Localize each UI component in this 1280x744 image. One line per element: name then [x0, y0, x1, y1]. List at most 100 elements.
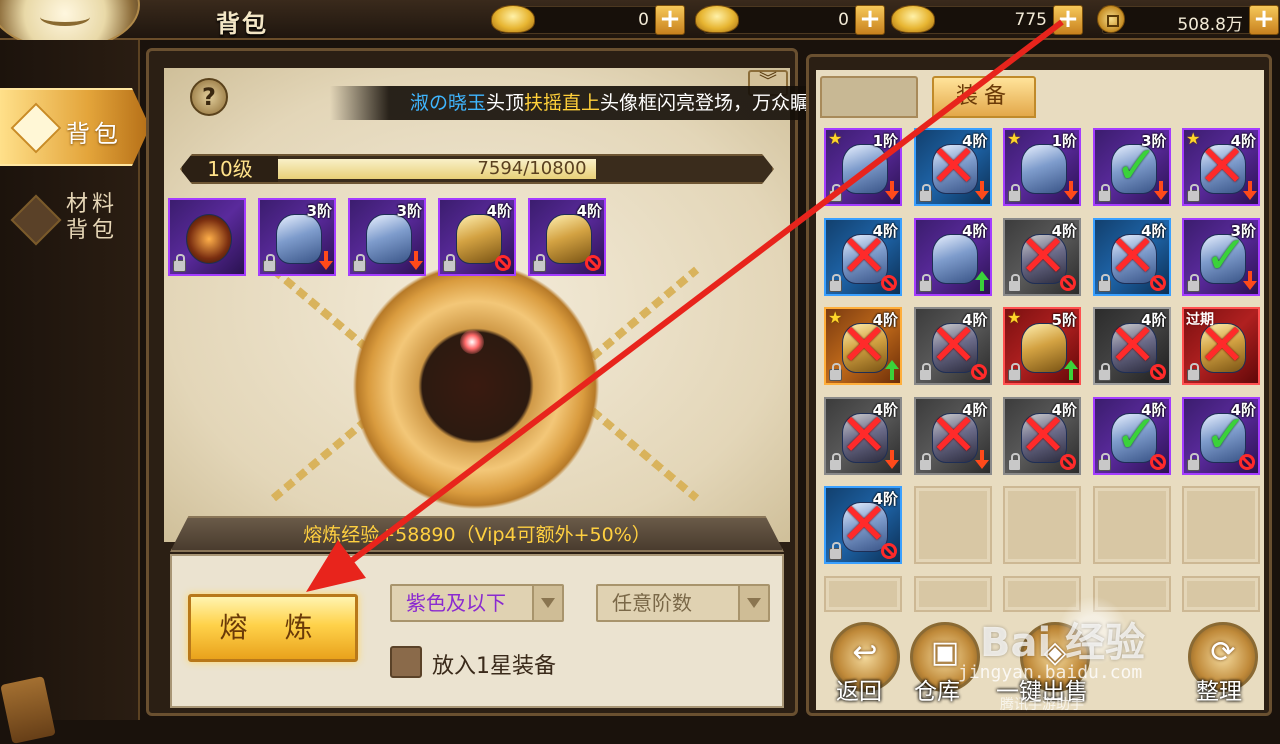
tier-label: 5阶 [1051, 311, 1077, 329]
sort-label: 整理 [1196, 679, 1242, 705]
lock-icon [353, 254, 366, 272]
bound-ingot-icon [695, 5, 739, 33]
smelt-slot[interactable]: 3阶 [258, 198, 336, 276]
downgrade-arrow-icon [974, 449, 989, 470]
inventory-slot[interactable]: ★ 4阶 ✕ [1182, 128, 1260, 206]
cannot-equip-icon [881, 274, 897, 291]
tier-dropdown[interactable]: 任意阶数 [596, 584, 770, 622]
inventory-slot[interactable]: ★ 1阶 [824, 128, 902, 206]
empty-inventory-slot[interactable] [1182, 575, 1260, 612]
top-bar: 背包 0 + 0 + 775 + 508.8万 + [0, 0, 1280, 50]
add-locked-ingot-button[interactable]: + [1053, 5, 1083, 35]
inventory-slot[interactable]: 3阶 ✓ [1092, 128, 1171, 206]
smelt-furnace [340, 250, 612, 522]
tier-dropdown-value: 任意阶数 [612, 591, 692, 615]
cannot-equip-icon [1149, 274, 1166, 291]
not-suitable-x-icon: ✕ [839, 311, 889, 379]
cannot-equip-icon [1149, 364, 1166, 380]
inventory-slot[interactable]: 过期 ✕ [1182, 307, 1260, 385]
smelt-level: 10级 [182, 156, 278, 182]
cannot-equip-icon [1149, 453, 1166, 470]
star-icon: ★ [828, 129, 843, 148]
armor-item-icon [276, 214, 322, 264]
inventory-slot[interactable]: 4阶 ✕ [913, 128, 992, 206]
equipment-item-icon [1021, 323, 1067, 373]
inventory-tab-equipment[interactable]: 装备 [932, 76, 1036, 118]
inventory-slot[interactable]: 4阶 ✓ [1182, 396, 1260, 475]
cannot-equip-icon [585, 255, 601, 271]
chevron-down-icon [738, 586, 768, 620]
material-bag-icon [10, 194, 62, 246]
nav-tab-bag[interactable]: 背包 [0, 88, 150, 166]
furnace-core-icon [460, 330, 484, 354]
smelt-slot[interactable] [168, 198, 246, 276]
one-star-checkbox-label: 放入1星装备 [432, 654, 556, 679]
inventory-slot[interactable]: ★ 4阶 ✕ [824, 307, 902, 385]
downgrade-arrow-icon [974, 181, 989, 201]
inventory-slot[interactable]: ★ 1阶 [1003, 128, 1081, 206]
lock-icon [1008, 363, 1021, 381]
sort-icon: ⟳ [1210, 635, 1236, 670]
inventory-slot[interactable]: 4阶 ✕ [824, 396, 902, 475]
nav-tab-material-bag[interactable]: 材料背包 [0, 182, 150, 260]
recharge-plus-button[interactable]: + [655, 5, 685, 35]
downgrade-arrow-icon [1064, 181, 1078, 201]
empty-inventory-slot[interactable] [824, 575, 902, 612]
inventory-slot[interactable]: 4阶 ✕ [824, 217, 902, 296]
not-suitable-x-icon: ✕ [1108, 221, 1157, 290]
currency-value: 0 [638, 10, 649, 30]
watermark-url: jingyan.baidu.com [958, 662, 1143, 683]
inventory-slot[interactable]: 4阶 ✕ [913, 396, 992, 475]
lock-icon [443, 254, 456, 272]
back-label: 返回 [836, 679, 882, 705]
inventory-slot[interactable]: 4阶 [913, 217, 992, 296]
add-copper-button[interactable]: + [1249, 5, 1279, 35]
inventory-tab-other[interactable] [820, 76, 918, 118]
inventory-slot[interactable]: 4阶 ✕ [1003, 217, 1081, 296]
not-suitable-x-icon: ✕ [929, 311, 978, 379]
inventory-slot[interactable]: 4阶 ✕ [1003, 396, 1081, 475]
cannot-equip-icon [1060, 453, 1076, 470]
help-button[interactable]: ? [190, 78, 228, 116]
smelt-button[interactable]: 熔 炼 [188, 594, 358, 662]
one-star-checkbox[interactable] [390, 646, 422, 678]
inventory-slot[interactable]: 4阶 ✕ [1092, 307, 1171, 385]
tier-label: 4阶 [486, 202, 512, 220]
warehouse-label: 仓库 [914, 679, 960, 705]
quality-dropdown[interactable]: 紫色及以下 [390, 584, 564, 622]
upgrade-arrow-icon [885, 360, 899, 380]
star-icon: ★ [1007, 308, 1022, 327]
smelt-level-bar: 10级 7594/10800 [180, 154, 774, 184]
nav-tab-label: 背包 [66, 120, 122, 148]
smelt-slot[interactable]: 4阶 [438, 198, 516, 276]
inventory-slot[interactable]: 3阶 ✓ [1182, 217, 1260, 296]
empty-inventory-slot[interactable] [1003, 486, 1081, 564]
cannot-equip-icon [1239, 453, 1255, 470]
lock-icon [533, 254, 546, 272]
equipment-item-icon [842, 144, 888, 194]
notice-player: 淑の晓玉 [410, 92, 487, 114]
inventory-slot[interactable]: ★ 5阶 [1003, 307, 1081, 385]
smelt-slot[interactable]: 4阶 [528, 198, 606, 276]
downgrade-arrow-icon [1153, 181, 1168, 201]
currency-copper: 508.8万 + [1097, 5, 1279, 35]
equipment-item-icon [931, 233, 978, 284]
upgrade-arrow-icon [974, 270, 989, 291]
equipment-item-icon [1021, 144, 1067, 194]
exp-text: 7594/10800 [477, 158, 587, 179]
empty-inventory-slot[interactable] [1182, 486, 1260, 564]
inventory-slot[interactable]: 4阶 ✕ [913, 307, 992, 385]
inventory-slot[interactable]: 4阶 ✓ [1092, 396, 1171, 475]
empty-inventory-slot[interactable] [1092, 486, 1171, 564]
notice-highlight: 扶摇直上 [524, 92, 601, 114]
lock-icon [173, 254, 186, 272]
inventory-slot[interactable]: 4阶 ✕ [824, 486, 902, 564]
downgrade-arrow-icon [885, 449, 899, 470]
inventory-slot[interactable]: 4阶 ✕ [1092, 217, 1171, 296]
empty-inventory-slot[interactable] [913, 486, 992, 564]
empty-inventory-slot[interactable] [913, 575, 992, 612]
downgrade-arrow-icon [1243, 181, 1257, 201]
add-bound-ingot-button[interactable]: + [855, 5, 885, 35]
smelt-slot[interactable]: 3阶 [348, 198, 426, 276]
currency-locked-ingot: 775 + [891, 5, 1083, 35]
